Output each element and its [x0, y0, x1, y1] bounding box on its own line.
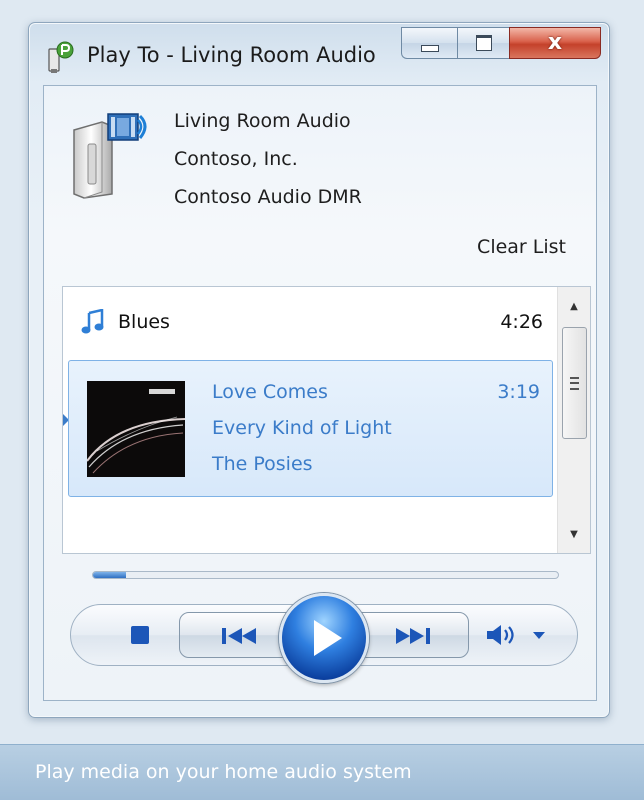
scroll-down-button[interactable]: ▼	[558, 521, 590, 547]
volume-dropdown-arrow[interactable]	[533, 632, 545, 639]
minimize-icon	[420, 44, 439, 52]
maximize-button[interactable]	[457, 27, 509, 59]
close-icon: x	[547, 30, 563, 55]
track-title: Love Comes	[212, 381, 328, 403]
client-area: Living Room Audio Contoso, Inc. Contoso …	[43, 85, 597, 701]
playlist-header[interactable]: Blues 4:26	[63, 305, 553, 341]
playlist-panel[interactable]: Blues 4:26 Love Comes Every Kind of Ligh…	[62, 286, 591, 554]
previous-track-icon[interactable]	[216, 625, 276, 647]
play-to-icon	[48, 41, 74, 73]
minimize-button[interactable]	[401, 27, 457, 59]
seek-bar-fill	[93, 572, 126, 578]
next-track-icon[interactable]	[376, 625, 436, 647]
scroll-up-button[interactable]: ▲	[558, 293, 590, 319]
clear-list-link[interactable]: Clear List	[477, 236, 566, 258]
track-album: Every Kind of Light	[212, 417, 392, 439]
speaker-icon[interactable]	[485, 623, 521, 647]
caption-buttons: x	[401, 27, 601, 61]
maximize-icon	[475, 35, 492, 51]
status-text: Play media on your home audio system	[35, 761, 412, 783]
play-to-window: Play To - Living Room Audio x Living Roo…	[28, 22, 610, 718]
window-title: Play To - Living Room Audio	[87, 43, 376, 67]
track-duration: 3:19	[497, 381, 540, 403]
title-bar[interactable]: Play To - Living Room Audio x	[29, 23, 609, 83]
playlist-title: Blues	[118, 311, 170, 333]
close-button[interactable]: x	[509, 27, 601, 59]
device-name: Living Room Audio	[174, 110, 351, 132]
scroll-thumb[interactable]	[562, 327, 587, 439]
music-note-icon	[81, 309, 104, 334]
track-artist: The Posies	[212, 453, 313, 475]
play-button[interactable]	[279, 593, 369, 683]
playlist-duration: 4:26	[500, 311, 543, 333]
seek-bar[interactable]	[92, 571, 559, 579]
chevron-up-icon: ▲	[570, 300, 578, 312]
grip-icon	[570, 376, 579, 390]
device-model: Contoso Audio DMR	[174, 186, 362, 208]
stop-button[interactable]	[131, 626, 149, 644]
transport-controls	[70, 593, 578, 683]
play-icon	[314, 620, 342, 656]
chevron-down-icon: ▼	[570, 528, 578, 540]
album-art	[87, 381, 185, 477]
playlist-scrollbar[interactable]: ▲ ▼	[557, 287, 590, 553]
device-manufacturer: Contoso, Inc.	[174, 148, 298, 170]
status-bar: Play media on your home audio system	[0, 744, 644, 800]
speaker-media-icon	[73, 113, 147, 199]
track-item[interactable]: Love Comes Every Kind of Light The Posie…	[68, 360, 553, 497]
